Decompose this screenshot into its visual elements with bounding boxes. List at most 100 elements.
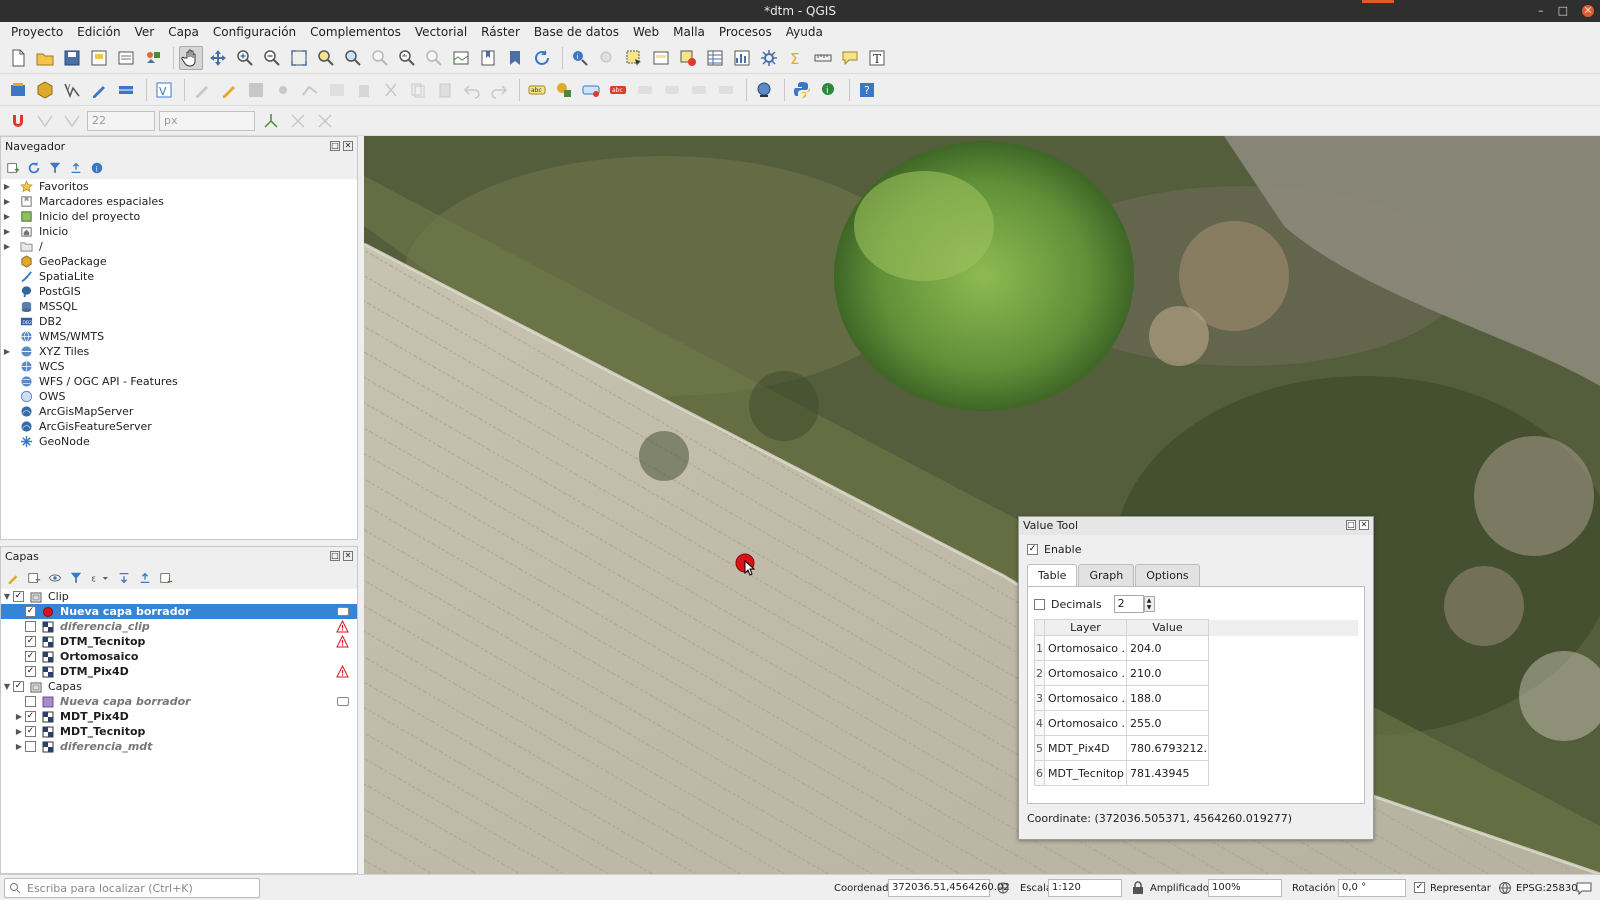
layer-item[interactable]: ✓ DTM_Pix4D: [1, 664, 357, 679]
pin-labels-icon[interactable]: abc: [606, 78, 630, 102]
filter-browser-icon[interactable]: [47, 160, 63, 176]
data-source-manager-icon[interactable]: [6, 78, 30, 102]
pan-map-icon[interactable]: [179, 45, 203, 70]
zoom-last-icon[interactable]: [395, 46, 419, 70]
menu-edición[interactable]: Edición: [70, 22, 127, 42]
undo-icon[interactable]: [460, 78, 484, 102]
layer-group[interactable]: ▼ ✓ Clip: [1, 589, 357, 604]
filter-expression-icon[interactable]: ε: [89, 570, 111, 586]
layer-item[interactable]: ▶ ✓ MDT_Pix4D: [1, 709, 357, 724]
layer-item[interactable]: ✓ DTM_Tecnitop: [1, 634, 357, 649]
rotation-field[interactable]: 0,0 °: [1338, 879, 1406, 897]
current-edits-icon[interactable]: [190, 78, 214, 102]
menu-vectorial[interactable]: Vectorial: [408, 22, 474, 42]
snap-intersection-icon[interactable]: [286, 109, 310, 133]
expand-arrow-icon[interactable]: ▶: [1, 182, 13, 191]
crs-globe-icon[interactable]: [1498, 881, 1512, 895]
layout-manager-icon[interactable]: [114, 46, 138, 70]
new-bookmark-icon[interactable]: [476, 46, 500, 70]
properties-icon[interactable]: i: [89, 160, 105, 176]
help-icon[interactable]: ?: [855, 78, 879, 102]
layer-visibility-checkbox[interactable]: ✓: [25, 636, 36, 647]
refresh-icon[interactable]: [530, 46, 554, 70]
enable-checkbox[interactable]: ✓: [1027, 544, 1038, 555]
browser-item-geopackage[interactable]: GeoPackage: [1, 254, 357, 269]
processing-toolbox-icon[interactable]: [757, 46, 781, 70]
zoom-out-icon[interactable]: [260, 46, 284, 70]
zoom-full-icon[interactable]: [287, 46, 311, 70]
float-panel-icon[interactable]: □: [1346, 520, 1356, 530]
delete-selected-icon[interactable]: [352, 78, 376, 102]
redo-icon[interactable]: [487, 78, 511, 102]
modify-attributes-icon[interactable]: [325, 78, 349, 102]
table-row[interactable]: 2 Ortomosaico ... 210.0: [1034, 660, 1358, 686]
measure-line-icon[interactable]: [811, 46, 835, 70]
layer-visibility-checkbox[interactable]: [25, 741, 36, 752]
browser-item-favoritos[interactable]: ▶ Favoritos: [1, 179, 357, 194]
browser-item-xyz-tiles[interactable]: ▶ XYZ Tiles: [1, 344, 357, 359]
layer-item[interactable]: ✓ Ortomosaico: [1, 649, 357, 664]
value-column-header[interactable]: Value: [1126, 619, 1209, 636]
crs-label[interactable]: EPSG:25830: [1516, 883, 1578, 894]
temporary-layer-icon[interactable]: [337, 697, 349, 706]
pan-to-selection-icon[interactable]: [206, 46, 230, 70]
browser-item-ows[interactable]: OWS: [1, 389, 357, 404]
style-manager-icon[interactable]: [141, 46, 165, 70]
add-layer-icon[interactable]: V: [152, 78, 176, 102]
browser-item-[interactable]: ▶ /: [1, 239, 357, 254]
new-virtual-layer-icon[interactable]: [114, 78, 138, 102]
coordinate-field[interactable]: 372036.51,4564260.02: [888, 879, 1010, 897]
filter-legend-icon[interactable]: [68, 570, 84, 586]
browser-item-wcs[interactable]: WCS: [1, 359, 357, 374]
decimals-checkbox[interactable]: [1034, 598, 1045, 610]
browser-item-arcgismapserver[interactable]: ArcGisMapServer: [1, 404, 357, 419]
menu-configuración[interactable]: Configuración: [206, 22, 303, 42]
select-by-value-icon[interactable]: [649, 46, 673, 70]
tab-options[interactable]: Options: [1135, 564, 1200, 586]
close-icon[interactable]: ✕: [1582, 5, 1594, 17]
expand-arrow-icon[interactable]: ▶: [1, 197, 13, 206]
layer-visibility-checkbox[interactable]: ✓: [25, 651, 36, 662]
georeferencer-icon[interactable]: [752, 78, 776, 102]
zoom-to-selection-icon[interactable]: [314, 46, 338, 70]
warning-icon[interactable]: [336, 619, 349, 633]
menu-malla[interactable]: Malla: [666, 22, 712, 42]
save-edits-icon[interactable]: [244, 78, 268, 102]
layer-styling-icon[interactable]: [5, 570, 21, 586]
browser-item-wfs-ogc-api-features[interactable]: WFS / OGC API - Features: [1, 374, 357, 389]
zoom-next-icon[interactable]: [422, 46, 446, 70]
group-visibility-checkbox[interactable]: ✓: [13, 681, 24, 692]
self-snapping-icon[interactable]: [313, 109, 337, 133]
close-panel-icon[interactable]: ✕: [343, 141, 353, 151]
table-row[interactable]: 4 Ortomosaico ... 255.0: [1034, 710, 1358, 736]
expand-all-icon[interactable]: [116, 570, 132, 586]
float-panel-icon[interactable]: □: [330, 141, 340, 151]
menu-capa[interactable]: Capa: [161, 22, 206, 42]
minimize-icon[interactable]: –: [1538, 0, 1544, 22]
layer-item[interactable]: ▶ diferencia_mdt: [1, 739, 357, 754]
menu-procesos[interactable]: Procesos: [712, 22, 779, 42]
diagram-options-icon[interactable]: [552, 78, 576, 102]
deselect-features-icon[interactable]: [676, 46, 700, 70]
menu-complementos[interactable]: Complementos: [303, 22, 408, 42]
refresh-browser-icon[interactable]: [26, 160, 42, 176]
topological-editing-icon[interactable]: [259, 109, 283, 133]
remove-layer-icon[interactable]: [158, 570, 174, 586]
layer-item[interactable]: diferencia_clip: [1, 619, 357, 634]
layer-visibility-checkbox[interactable]: [25, 621, 36, 632]
browser-item-arcgisfeatureserver[interactable]: ArcGisFeatureServer: [1, 419, 357, 434]
snapping-tolerance-input[interactable]: 22: [87, 110, 155, 131]
add-group-icon[interactable]: [26, 570, 42, 586]
locator-search-field[interactable]: Escriba para localizar (Ctrl+K): [4, 878, 260, 898]
open-project-icon[interactable]: [33, 46, 57, 70]
identify-features-icon[interactable]: i: [568, 46, 592, 70]
collapse-all-icon[interactable]: [68, 160, 84, 176]
move-label-icon[interactable]: [660, 78, 684, 102]
show-bookmarks-icon[interactable]: [503, 46, 527, 70]
table-row[interactable]: 6 MDT_Tecnitop 781.43945: [1034, 760, 1358, 786]
field-calculator-icon[interactable]: Σ: [784, 46, 808, 70]
zoom-native-icon[interactable]: [368, 46, 392, 70]
browser-item-spatialite[interactable]: SpatiaLite: [1, 269, 357, 284]
maximize-icon[interactable]: □: [1558, 0, 1568, 22]
float-panel-icon[interactable]: □: [330, 551, 340, 561]
